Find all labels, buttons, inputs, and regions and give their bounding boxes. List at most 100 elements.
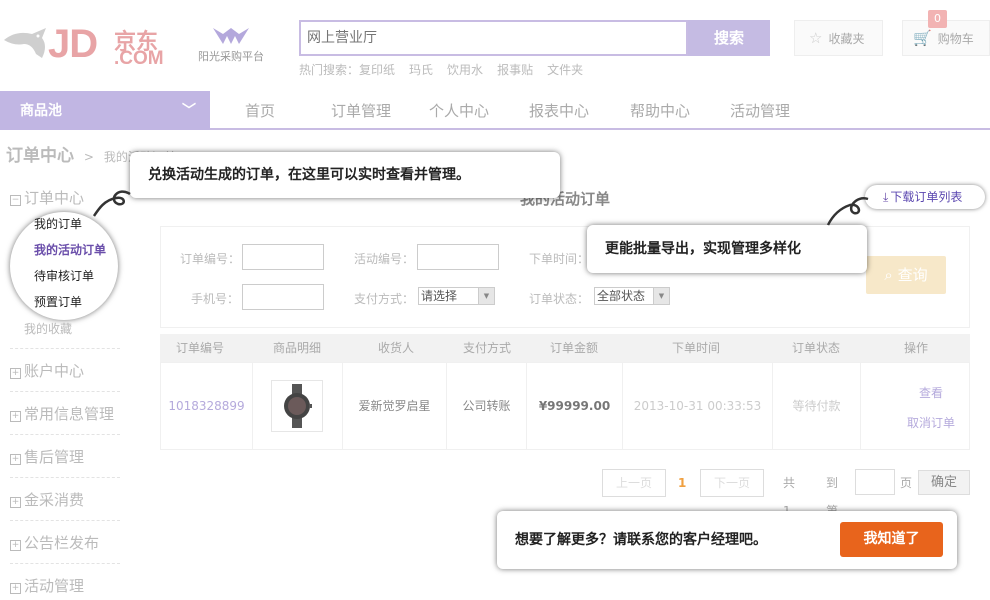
breadcrumb-title[interactable]: 订单中心: [6, 146, 74, 166]
sidebar-common-info[interactable]: + 常用信息管理: [10, 403, 114, 424]
page-number-input[interactable]: [855, 469, 895, 495]
sunlight-label: 阳光采购平台: [198, 50, 264, 63]
cart-count-badge: 0: [928, 10, 947, 28]
expand-icon: +: [10, 454, 21, 465]
hot-search: 热门搜索：复印纸 玛氏 饮用水 报事贴 文件夹: [299, 61, 597, 78]
hot-search-item[interactable]: 报事贴: [497, 63, 533, 77]
favorites-button[interactable]: ☆ 收藏夹: [794, 20, 883, 56]
sidebar-item-my-orders[interactable]: 我的订单: [34, 215, 82, 232]
order-no-link[interactable]: 1018328899: [161, 363, 253, 449]
nav-item-activities[interactable]: 活动管理: [730, 91, 790, 130]
dropdown-arrow-icon: ▼: [478, 288, 494, 304]
search-box: [299, 20, 688, 56]
sunlight-procurement-logo[interactable]: 阳光采购平台: [186, 26, 276, 70]
sidebar-section-label: 金采消费: [24, 491, 85, 509]
column-header: 支付方式: [462, 341, 511, 355]
status-select-value: 全部状态: [597, 289, 646, 303]
order-no-label: 订单编号：: [180, 252, 241, 266]
favorites-label: 收藏夹: [828, 32, 865, 46]
sidebar-divider: [10, 434, 120, 435]
current-page[interactable]: 1: [678, 469, 686, 497]
next-page-button[interactable]: 下一页: [700, 469, 764, 497]
sidebar-divider: [10, 348, 120, 349]
expand-icon: +: [10, 411, 21, 422]
page-confirm-button[interactable]: 确定: [918, 470, 970, 495]
collapse-icon: −: [10, 195, 21, 206]
search-icon: ⌕: [884, 266, 893, 284]
download-label: 下载订单列表: [890, 190, 963, 204]
download-icon: ⤓: [883, 190, 889, 204]
query-button[interactable]: ⌕ 查询: [866, 256, 946, 294]
sidebar-jincai[interactable]: + 金采消费: [10, 489, 84, 510]
sidebar-divider: [10, 563, 120, 564]
payment-cell: 公司转账: [447, 363, 527, 449]
hot-search-item[interactable]: 复印纸: [359, 63, 395, 77]
logo-jd-text: JD: [48, 22, 98, 66]
sidebar-section-label: 账户中心: [24, 362, 85, 380]
sunlight-mark-icon: [213, 28, 249, 44]
sidebar-after-sales[interactable]: + 售后管理: [10, 446, 84, 467]
search-button[interactable]: 搜索: [688, 20, 770, 56]
nav-item-home[interactable]: 首页: [245, 91, 275, 130]
sidebar-section-label: 常用信息管理: [24, 405, 115, 423]
payment-label: 支付方式：: [354, 292, 415, 306]
sidebar-order-center-label: 订单中心: [24, 189, 85, 207]
nav-item-reports[interactable]: 报表中心: [529, 91, 589, 130]
column-header: 商品明细: [272, 341, 321, 355]
sidebar-section-label: 公告栏发布: [24, 534, 100, 552]
operations-cell: 查看 取消订单: [891, 378, 971, 438]
nav-item-orders[interactable]: 订单管理: [331, 91, 391, 130]
payment-select-value: 请选择: [421, 289, 458, 303]
phone-label: 手机号：: [191, 292, 240, 306]
product-thumbnail-watch[interactable]: [271, 380, 323, 432]
page-unit-label: 页: [900, 476, 913, 490]
payment-select[interactable]: 请选择 ▼: [418, 287, 495, 305]
order-time-label: 下单时间：: [529, 252, 590, 266]
view-link[interactable]: 查看: [891, 378, 971, 408]
breadcrumb-separator: >: [83, 150, 94, 164]
search-input[interactable]: [301, 22, 686, 54]
cart-icon: 🛒: [913, 29, 932, 47]
sidebar-item-my-activity-orders[interactable]: 我的活动订单: [34, 241, 106, 258]
expand-icon: +: [10, 583, 21, 594]
sidebar-order-center[interactable]: − 订单中心: [10, 187, 84, 208]
sidebar-item-favorites[interactable]: 我的收藏: [24, 320, 72, 337]
dropdown-arrow-icon: ▼: [653, 288, 669, 304]
cancel-order-link[interactable]: 取消订单: [891, 408, 971, 438]
table-row: 1018328899 爱新觉罗启星 公司转账 ¥99999.00 2013-10…: [160, 362, 970, 450]
sidebar-bulletin[interactable]: + 公告栏发布: [10, 532, 99, 553]
nav-item-help[interactable]: 帮助中心: [630, 91, 690, 130]
watch-image: [284, 384, 312, 428]
hot-search-item[interactable]: 文件夹: [547, 63, 583, 77]
sidebar-divider: [10, 520, 120, 521]
category-dropdown[interactable]: 商品池 ﹀: [0, 91, 210, 130]
sidebar-item-preset-orders[interactable]: 预置订单: [34, 293, 82, 310]
activity-no-input[interactable]: [417, 244, 499, 270]
main-nav: 商品池 ﹀ 首页 订单管理 个人中心 报表中心 帮助中心 活动管理: [0, 91, 990, 130]
hot-search-item[interactable]: 饮用水: [447, 63, 483, 77]
amount-cell: ¥99999.00: [527, 363, 623, 449]
activity-no-label: 活动编号：: [354, 252, 415, 266]
got-it-button[interactable]: 我知道了: [840, 522, 943, 557]
nav-item-personal[interactable]: 个人中心: [429, 91, 489, 130]
hot-search-item[interactable]: 玛氏: [409, 63, 433, 77]
phone-input[interactable]: [242, 284, 324, 310]
guide-tip-batch-export: 更能批量导出，实现管理多样化: [587, 225, 867, 273]
status-label: 订单状态：: [529, 292, 590, 306]
table-header: 订单编号 商品明细 收货人 支付方式 订单金额 下单时间 订单状态 操作: [160, 334, 970, 362]
sidebar-item-pending-review[interactable]: 待审核订单: [34, 267, 94, 284]
guide-tip-activity-orders: 兑换活动生成的订单，在这里可以实时查看并管理。: [130, 152, 560, 198]
hot-search-label: 热门搜索：: [299, 63, 360, 77]
query-label: 查询: [897, 266, 928, 284]
order-time-cell: 2013-10-31 00:33:53: [623, 363, 773, 449]
sidebar-account-center[interactable]: + 账户中心: [10, 360, 84, 381]
expand-icon: +: [10, 368, 21, 379]
download-order-list-button[interactable]: ⤓ 下载订单列表: [865, 185, 985, 209]
jd-logo[interactable]: JD 京东 .COM: [2, 18, 164, 72]
order-no-input[interactable]: [242, 244, 324, 270]
column-header: 订单编号: [175, 341, 224, 355]
status-select[interactable]: 全部状态 ▼: [594, 287, 670, 305]
sidebar-activity-mgmt[interactable]: + 活动管理: [10, 575, 84, 596]
sidebar-section-label: 活动管理: [24, 577, 85, 595]
prev-page-button[interactable]: 上一页: [602, 469, 666, 497]
